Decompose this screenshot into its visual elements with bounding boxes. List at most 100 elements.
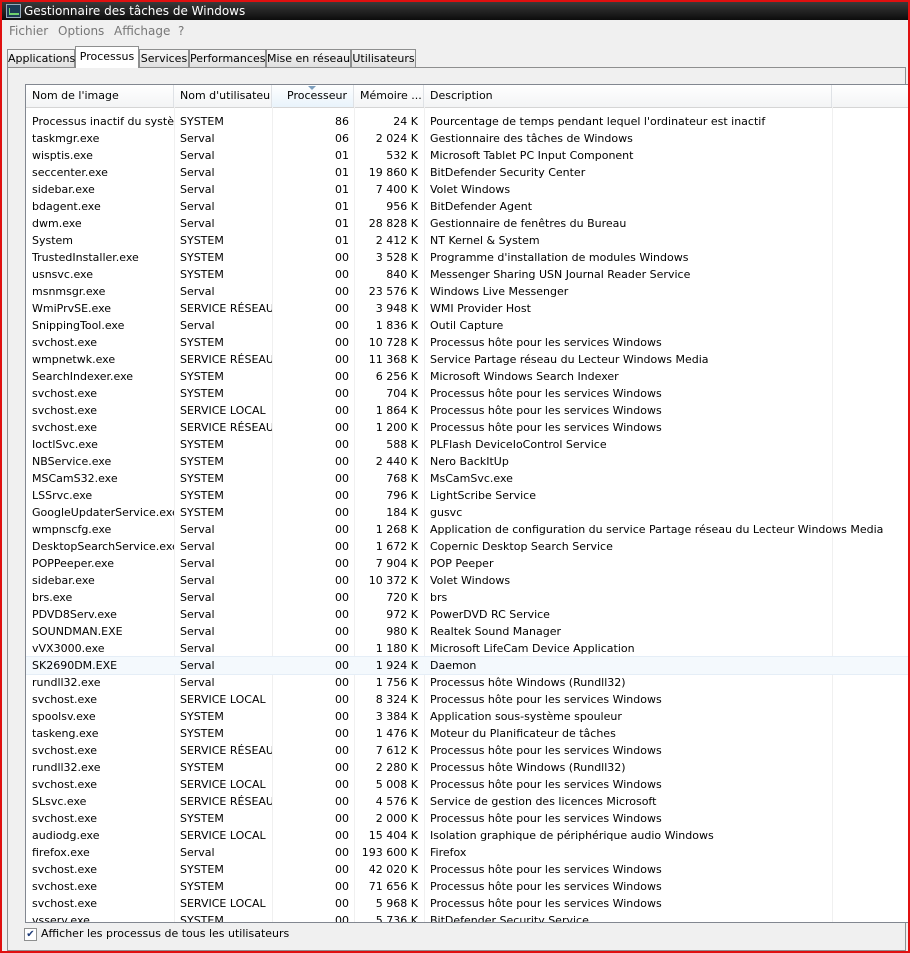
table-row[interactable]: bdagent.exe Serval 01 956 K BitDefender Agen… [26,198,908,215]
table-row[interactable]: System SYSTEM 01 2 412 K NT Kernel & System [26,232,908,249]
table-row[interactable]: svchost.exe SERVICE LOCAL 00 5 968 K Process… [26,895,908,912]
cpu-cell: 00 [335,761,349,774]
memory-cell: 2 000 K [375,812,418,825]
table-row[interactable]: MSCamS32.exe SYSTEM 00 768 K MsCamSvc.exe [26,470,908,487]
table-row[interactable]: DesktopSearchService.exe Serval 00 1 672 K C… [26,538,908,555]
show-all-processes-label[interactable]: Afficher les processus de tous les utili… [41,926,289,942]
user-name-cell: SERVICE LOCAL [180,404,266,417]
menu-fichier[interactable]: Fichier [9,24,48,38]
cpu-cell: 00 [335,608,349,621]
table-row[interactable]: Processus inactif du système SYSTEM 86 24 K… [26,113,908,130]
column-header-memory[interactable]: Mémoire ... [354,85,424,107]
table-row[interactable]: svchost.exe SERVICE RÉSEAU 00 1 200 K Proces… [26,419,908,436]
show-all-processes-checkbox[interactable]: ✔ [24,928,37,941]
table-row[interactable]: NBService.exe SYSTEM 00 2 440 K Nero BackItU… [26,453,908,470]
table-row[interactable]: vsserv.exe SYSTEM 00 5 736 K BitDefender Sec… [26,912,908,922]
cpu-cell: 00 [335,370,349,383]
description-cell: Volet Windows [430,574,511,587]
table-row[interactable]: PDVD8Serv.exe Serval 00 972 K PowerDVD RC Se… [26,606,908,623]
process-name-cell: svchost.exe [32,897,98,910]
column-header-description[interactable]: Description [424,85,832,107]
cpu-cell: 00 [335,778,349,791]
table-row[interactable]: sidebar.exe Serval 00 10 372 K Volet Windows [26,572,908,589]
table-row[interactable]: firefox.exe Serval 00 193 600 K Firefox [26,844,908,861]
user-name-cell: Serval [180,523,215,536]
tab-mise-en-reseau[interactable]: Mise en réseau [266,49,351,67]
table-row[interactable]: SnippingTool.exe Serval 00 1 836 K Outil Cap… [26,317,908,334]
table-row[interactable]: seccenter.exe Serval 01 19 860 K BitDefender… [26,164,908,181]
process-name-cell: svchost.exe [32,880,98,893]
cpu-cell: 00 [335,795,349,808]
memory-cell: 532 K [386,149,418,162]
cpu-cell: 00 [335,353,349,366]
description-cell: Gestionnaire de fenêtres du Bureau [430,217,627,230]
user-name-cell: Serval [180,659,215,672]
table-row[interactable]: WmiPrvSE.exe SERVICE RÉSEAU 00 3 948 K WMI P… [26,300,908,317]
column-header-cpu[interactable]: Processeur [272,85,354,107]
table-row[interactable]: svchost.exe SERVICE LOCAL 00 5 008 K Process… [26,776,908,793]
table-row[interactable]: wisptis.exe Serval 01 532 K Microsoft Tablet… [26,147,908,164]
table-row[interactable]: GoogleUpdaterService.exe SYSTEM 00 184 K gus… [26,504,908,521]
table-row[interactable]: svchost.exe SYSTEM 00 10 728 K Processus hôt… [26,334,908,351]
table-row[interactable]: taskmgr.exe Serval 06 2 024 K Gestionnaire d… [26,130,908,147]
description-cell: Processus hôte Windows (Rundll32) [430,676,626,689]
description-cell: Volet Windows [430,183,511,196]
cpu-cell: 01 [335,149,349,162]
table-row[interactable]: rundll32.exe Serval 00 1 756 K Processus hôt… [26,674,908,691]
table-row[interactable]: audiodg.exe SERVICE LOCAL 00 15 404 K Isolat… [26,827,908,844]
column-header-name[interactable]: Nom de l'image [26,85,174,107]
process-name-cell: svchost.exe [32,693,98,706]
tab-utilisateurs[interactable]: Utilisateurs [351,49,416,67]
user-name-cell: SYSTEM [180,472,224,485]
table-row[interactable]: SOUNDMAN.EXE Serval 00 980 K Realtek Sound M… [26,623,908,640]
user-name-cell: SYSTEM [180,455,224,468]
table-row[interactable]: spoolsv.exe SYSTEM 00 3 384 K Application so… [26,708,908,725]
table-row[interactable]: wmpnetwk.exe SERVICE RÉSEAU 00 11 368 K Serv… [26,351,908,368]
memory-cell: 1 672 K [375,540,418,553]
table-row[interactable]: svchost.exe SYSTEM 00 2 000 K Processus hôte… [26,810,908,827]
table-row[interactable]: IoctlSvc.exe SYSTEM 00 588 K PLFlash DeviceI… [26,436,908,453]
memory-cell: 7 400 K [375,183,418,196]
table-row[interactable]: SK2690DM.EXE Serval 00 1 924 K Daemon [26,656,908,675]
tab-processus[interactable]: Processus [75,46,139,68]
menu-help[interactable]: ? [178,24,184,38]
column-header-user[interactable]: Nom d'utilisateur [174,85,272,107]
table-row[interactable]: svchost.exe SYSTEM 00 704 K Processus hôte p… [26,385,908,402]
table-row[interactable]: LSSrvc.exe SYSTEM 00 796 K LightScribe Servi… [26,487,908,504]
memory-cell: 1 864 K [375,404,418,417]
user-name-cell: Serval [180,319,215,332]
table-row[interactable]: svchost.exe SERVICE LOCAL 00 1 864 K Process… [26,402,908,419]
table-row[interactable]: svchost.exe SERVICE RÉSEAU 00 7 612 K Proces… [26,742,908,759]
table-row[interactable]: SearchIndexer.exe SYSTEM 00 6 256 K Microsof… [26,368,908,385]
table-row[interactable]: taskeng.exe SYSTEM 00 1 476 K Moteur du Plan… [26,725,908,742]
description-cell: Processus hôte pour les services Windows [430,421,662,434]
table-row[interactable]: TrustedInstaller.exe SYSTEM 00 3 528 K Progr… [26,249,908,266]
process-list[interactable]: Nom de l'image Nom d'utilisateur Process… [25,84,908,923]
cpu-cell: 00 [335,676,349,689]
table-row[interactable]: dwm.exe Serval 01 28 828 K Gestionnaire de f… [26,215,908,232]
table-row[interactable]: svchost.exe SERVICE LOCAL 00 8 324 K Process… [26,691,908,708]
memory-cell: 1 756 K [375,676,418,689]
title-bar[interactable]: Gestionnaire des tâches de Windows [2,2,908,20]
memory-cell: 768 K [386,472,418,485]
tab-services[interactable]: Services [139,49,189,67]
table-row[interactable]: svchost.exe SYSTEM 00 71 656 K Processus hôt… [26,878,908,895]
table-row[interactable]: msnmsgr.exe Serval 00 23 576 K Windows Live … [26,283,908,300]
description-cell: BitDefender Security Center [430,166,586,179]
description-cell: Service Partage réseau du Lecteur Window… [430,353,709,366]
table-row[interactable]: svchost.exe SYSTEM 00 42 020 K Processus hôt… [26,861,908,878]
table-row[interactable]: SLsvc.exe SERVICE RÉSEAU 00 4 576 K Service … [26,793,908,810]
table-row[interactable]: usnsvc.exe SYSTEM 00 840 K Messenger Sharing… [26,266,908,283]
tab-applications[interactable]: Applications [7,49,75,67]
table-row[interactable]: wmpnscfg.exe Serval 00 1 268 K Application d… [26,521,908,538]
menu-affichage[interactable]: Affichage [114,24,170,38]
table-row[interactable]: vVX3000.exe Serval 00 1 180 K Microsoft Life… [26,640,908,657]
tab-performances[interactable]: Performances [189,49,266,67]
cpu-cell: 01 [335,166,349,179]
table-row[interactable]: brs.exe Serval 00 720 K brs [26,589,908,606]
table-row[interactable]: POPPeeper.exe Serval 00 7 904 K POP Peeper [26,555,908,572]
memory-cell: 720 K [386,591,418,604]
table-row[interactable]: sidebar.exe Serval 01 7 400 K Volet Windows [26,181,908,198]
menu-options[interactable]: Options [58,24,104,38]
table-row[interactable]: rundll32.exe SYSTEM 00 2 280 K Processus hôt… [26,759,908,776]
